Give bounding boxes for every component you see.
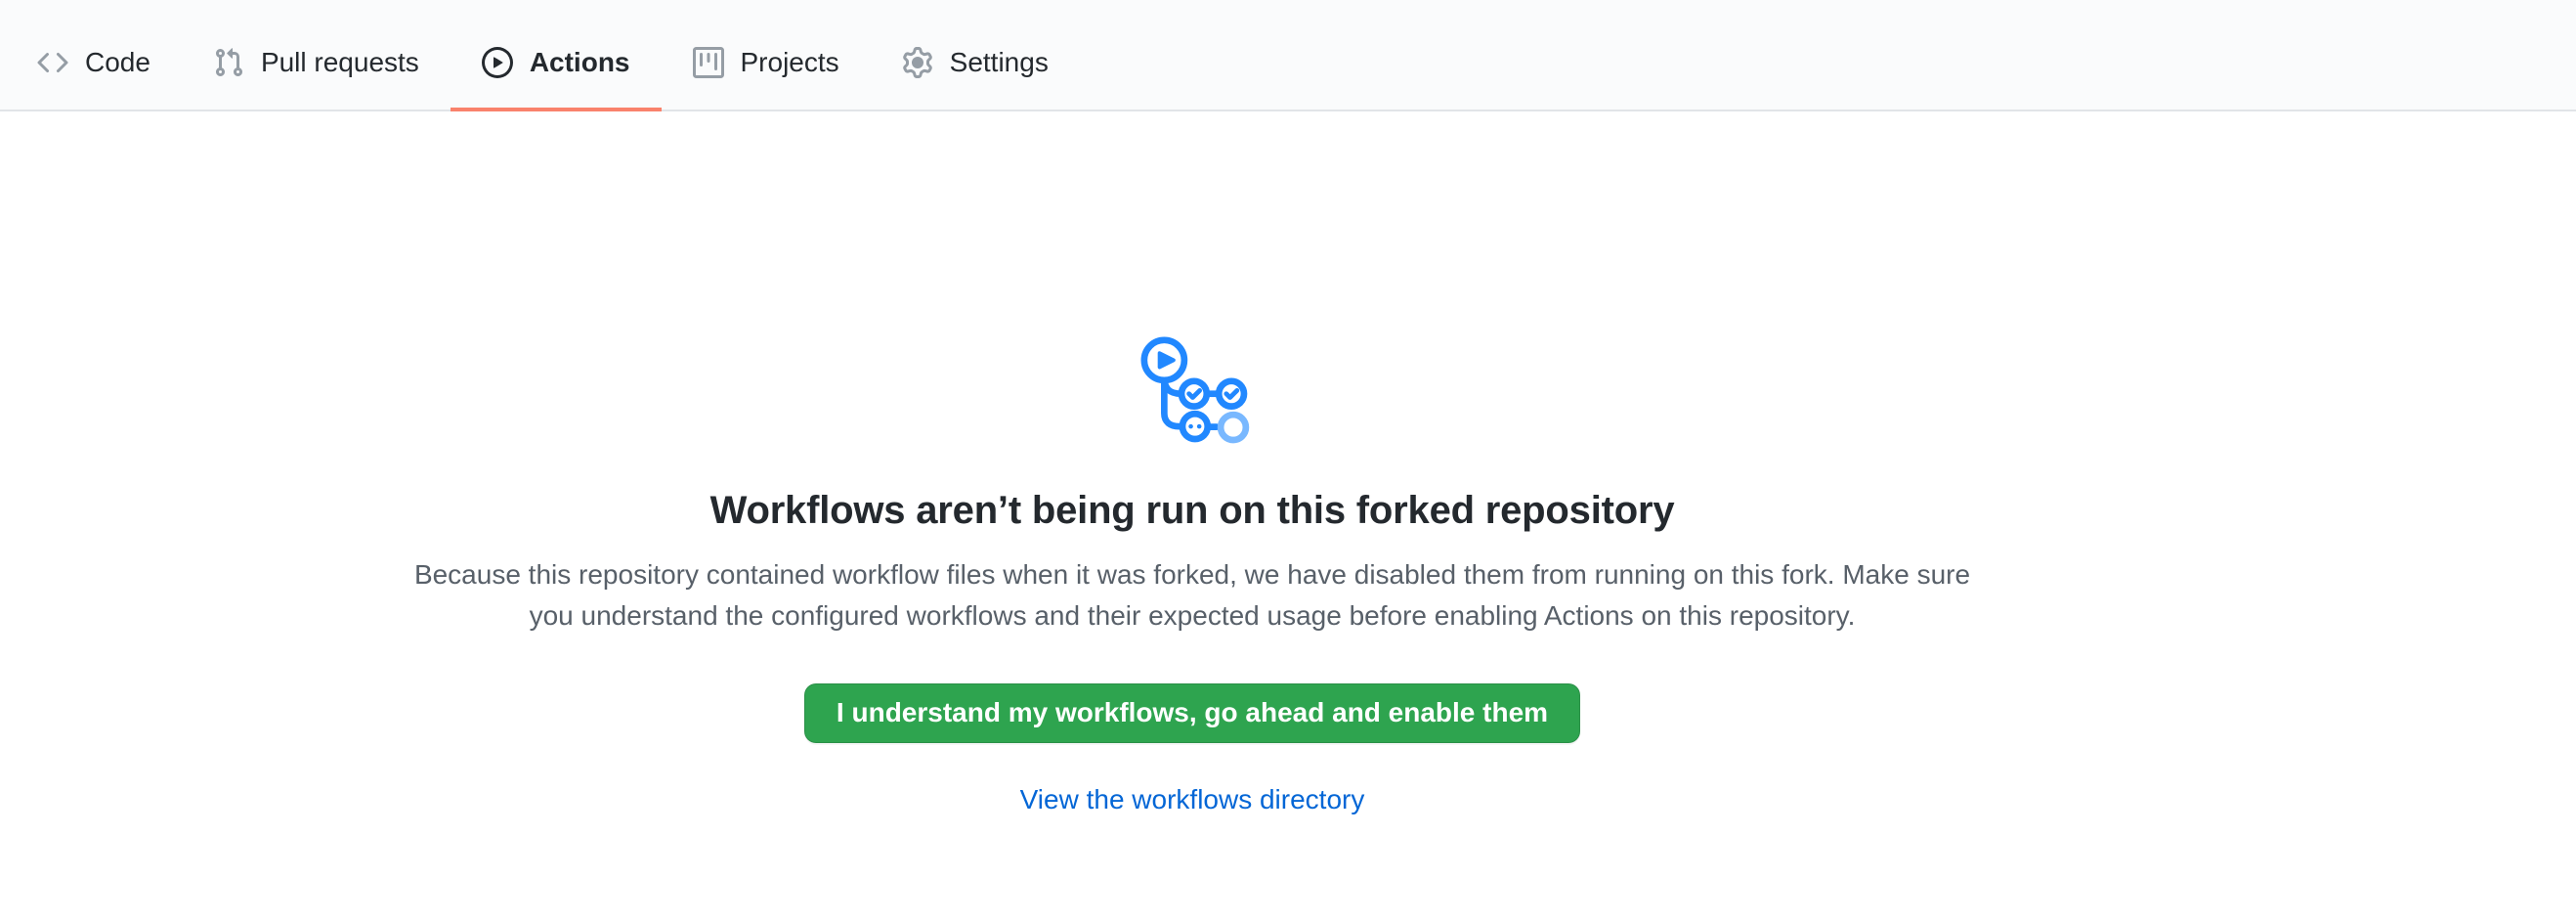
view-workflows-directory-link[interactable]: View the workflows directory: [1020, 784, 1365, 814]
workflow-graph-icon: [391, 111, 1994, 450]
tab-projects[interactable]: Projects: [662, 18, 871, 111]
project-icon: [693, 47, 724, 78]
blankslate-heading: Workflows aren’t being run on this forke…: [391, 489, 1994, 533]
tab-label: Settings: [950, 49, 1049, 76]
tab-label: Pull requests: [261, 49, 419, 76]
tab-pull-requests[interactable]: Pull requests: [182, 18, 451, 111]
tab-label: Actions: [530, 49, 630, 76]
code-icon: [37, 47, 68, 78]
tab-label: Projects: [741, 49, 839, 76]
repo-tab-nav: Code Pull requests Actions Projects Sett…: [0, 0, 2576, 111]
git-pull-request-icon: [213, 47, 244, 78]
blankslate-description: Because this repository contained workfl…: [391, 554, 1994, 637]
tab-actions[interactable]: Actions: [451, 18, 662, 111]
actions-blankslate: Workflows aren’t being run on this forke…: [0, 111, 2576, 815]
enable-workflows-button[interactable]: I understand my workflows, go ahead and …: [804, 683, 1580, 743]
tab-settings[interactable]: Settings: [871, 18, 1080, 111]
tab-code[interactable]: Code: [6, 18, 182, 111]
gear-icon: [902, 47, 933, 78]
play-icon: [482, 47, 513, 78]
tab-label: Code: [85, 49, 150, 76]
